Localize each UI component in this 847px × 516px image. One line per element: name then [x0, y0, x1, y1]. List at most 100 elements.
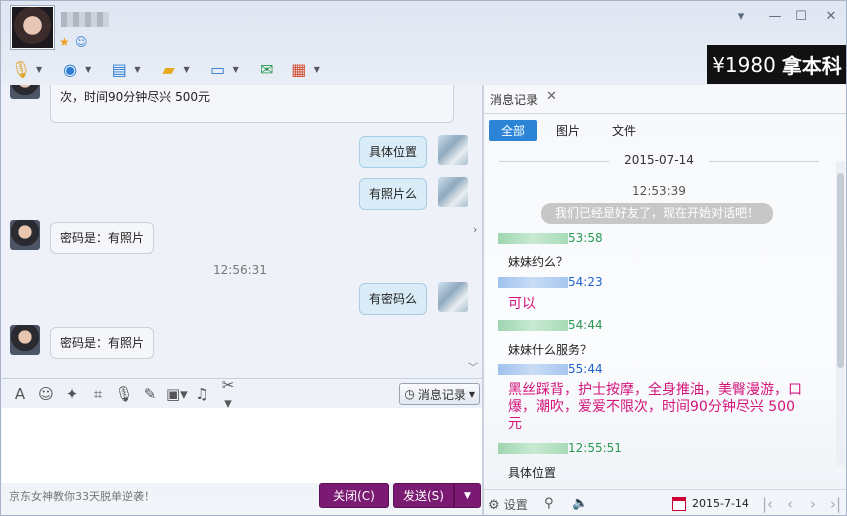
- apps-button[interactable]: ▦ ▼: [285, 55, 330, 83]
- filter-images[interactable]: 图片: [544, 120, 592, 141]
- footer-ad-link[interactable]: 京东女神教你33天脱单逆袭！: [9, 488, 155, 504]
- remote-desktop-button[interactable]: ▤ ▼: [105, 55, 150, 83]
- group-chat-button[interactable]: ✉: [253, 55, 281, 83]
- history-panel: 消息记录 ✕ 全部 图片 文件 2015-07-14 12:53:39 我们已经…: [484, 85, 846, 515]
- voice-call-button[interactable]: 🎙 ▼: [7, 55, 52, 83]
- self-avatar[interactable]: [438, 135, 468, 165]
- last-page-icon[interactable]: ›|: [830, 495, 841, 513]
- close-icon[interactable]: ✕: [821, 9, 841, 25]
- chat-history[interactable]: 次，时间90分钟尽兴 500元 具体位置 有照片么 密码是：有照片 12:56:…: [2, 85, 482, 377]
- apps-grid-icon: ▦: [291, 59, 307, 79]
- message-bubble: 有照片么: [359, 178, 428, 210]
- music-icon[interactable]: ♫: [192, 385, 212, 403]
- voice-message-icon[interactable]: 🎙: [114, 385, 134, 403]
- minimize-icon[interactable]: —: [765, 9, 785, 25]
- filter-all[interactable]: 全部: [489, 120, 538, 141]
- history-message: 黑丝踩背，护士按摩，全身推油，美臀漫游，口爆，潮吹，爱爱不限次，时间90分钟尽兴…: [508, 382, 802, 432]
- qq-icon[interactable]: ☺: [75, 35, 88, 49]
- message-history-button[interactable]: ◷ 消息记录 ▼: [399, 383, 480, 405]
- sender-line: 55:44: [498, 362, 603, 376]
- chevron-down-icon: ▼: [183, 64, 190, 74]
- close-tab-icon[interactable]: ✕: [546, 89, 557, 104]
- system-message: 我们已经是好友了，现在开始对话吧！: [541, 203, 773, 224]
- message-text: 密码是：有照片: [60, 231, 145, 245]
- history-footer: ⚙ 设置 ⚲ 🔈 2015-7-14 |‹ ‹ › ›|: [484, 489, 846, 515]
- nudge-icon[interactable]: ✦: [62, 385, 82, 403]
- share-screen-button[interactable]: ▭ ▼: [204, 55, 249, 83]
- scroll-down-icon[interactable]: ﹀: [468, 359, 478, 374]
- ad-price: ¥1980: [712, 52, 776, 77]
- next-page-icon[interactable]: ›: [810, 495, 816, 513]
- settings-button[interactable]: ⚙ 设置: [488, 496, 528, 513]
- maximize-icon[interactable]: ☐: [791, 9, 811, 25]
- contact-name-redacted: [61, 12, 109, 27]
- history-button-label: 消息记录: [417, 387, 466, 402]
- star-icon[interactable]: ★: [59, 35, 70, 49]
- history-message: 妹妹约么？: [508, 255, 569, 269]
- settings-label: 设置: [503, 498, 528, 512]
- message-text: 具体位置: [369, 145, 418, 159]
- message-bubble: 密码是：有照片: [50, 222, 155, 254]
- self-avatar[interactable]: [438, 177, 468, 207]
- gear-icon: ⚙: [488, 498, 500, 513]
- speaker-icon[interactable]: 🔈: [572, 496, 588, 511]
- video-call-button[interactable]: ◉ ▼: [56, 55, 101, 83]
- contact-message-avatar[interactable]: [10, 325, 40, 355]
- first-page-icon[interactable]: |‹: [762, 495, 773, 513]
- message-bubble: 有密码么: [359, 283, 428, 315]
- sender-name-redacted: [498, 364, 568, 375]
- scrollbar-thumb[interactable]: [837, 173, 844, 368]
- history-message: 妹妹什么服务？: [508, 343, 593, 357]
- message-time: 54:44: [568, 318, 603, 332]
- calendar-icon[interactable]: [672, 497, 686, 511]
- chevron-down-icon: ▼: [36, 64, 43, 74]
- send-file-button[interactable]: ▰ ▼: [154, 55, 199, 83]
- message-text: 有照片么: [369, 187, 418, 201]
- chevron-down-icon: ▼: [232, 64, 239, 74]
- contact-message-avatar[interactable]: [10, 85, 40, 99]
- message-input[interactable]: [2, 408, 482, 483]
- message-time: 55:44: [568, 362, 603, 376]
- chevron-down-icon: ▼: [134, 64, 141, 74]
- close-button[interactable]: 关闭(C): [319, 483, 389, 508]
- timestamp: 12:56:31: [213, 263, 267, 277]
- prev-page-icon[interactable]: ‹: [787, 495, 793, 513]
- edit-icon[interactable]: ✎: [140, 385, 160, 403]
- date-separator: 2015-07-14: [484, 153, 834, 167]
- sender-line: 54:44: [498, 318, 603, 332]
- contact-avatar[interactable]: [11, 6, 54, 49]
- emoji-icon[interactable]: ☺: [36, 385, 56, 403]
- ad-banner[interactable]: ¥1980 拿本科: [707, 45, 846, 84]
- search-icon[interactable]: ⚲: [544, 496, 554, 511]
- main-toolbar: 🎙 ▼ ◉ ▼ ▤ ▼ ▰ ▼ ▭ ▼ ✉ ▦ ▼: [7, 55, 330, 83]
- timestamp: 12:53:39: [632, 184, 686, 198]
- collapse-panel-icon[interactable]: ›: [473, 223, 477, 236]
- message-bubble: 具体位置: [359, 136, 428, 168]
- webcam-icon: ◉: [63, 59, 78, 79]
- filter-files[interactable]: 文件: [600, 120, 648, 141]
- chat-window: ★ ☺ ▾ — ☐ ✕ 🎙 ▼ ◉ ▼ ▤ ▼ ▰ ▼ ▭ ▼ ✉ ▦ ▼ ¥1980 拿本科…: [0, 0, 847, 516]
- message-text: 次，时间90分钟尽兴 500元: [60, 90, 210, 104]
- message-bubble: 次，时间90分钟尽兴 500元: [50, 85, 454, 123]
- scissors-icon[interactable]: ✂▾: [218, 376, 238, 412]
- dropdown-icon[interactable]: ▾: [731, 9, 751, 25]
- self-avatar[interactable]: [438, 282, 468, 312]
- screenshot-frame-icon[interactable]: ⌗: [88, 385, 108, 403]
- tab-divider: [484, 113, 846, 114]
- contact-message-avatar[interactable]: [10, 220, 40, 250]
- message-text: 有密码么: [369, 292, 418, 306]
- input-toolbar: A ☺ ✦ ⌗ 🎙 ✎ ▣▾ ♫ ✂▾ ◷ 消息记录 ▼: [2, 376, 482, 412]
- sender-line: 53:58: [498, 231, 603, 245]
- screen-share-icon: ▭: [210, 59, 226, 79]
- image-icon[interactable]: ▣▾: [166, 385, 188, 403]
- font-icon[interactable]: A: [10, 385, 30, 403]
- microphone-icon: 🎙: [10, 59, 32, 79]
- chevron-down-icon: ▼: [313, 64, 320, 74]
- send-options-button[interactable]: ▼: [454, 483, 481, 508]
- history-tab[interactable]: 消息记录: [490, 91, 538, 108]
- folder-icon: ▰: [162, 59, 175, 79]
- sender-line: 54:23: [498, 275, 603, 289]
- clock-icon: ◷: [404, 387, 415, 401]
- send-button[interactable]: 发送(S): [393, 483, 454, 508]
- chevron-down-icon: ▼: [464, 490, 471, 501]
